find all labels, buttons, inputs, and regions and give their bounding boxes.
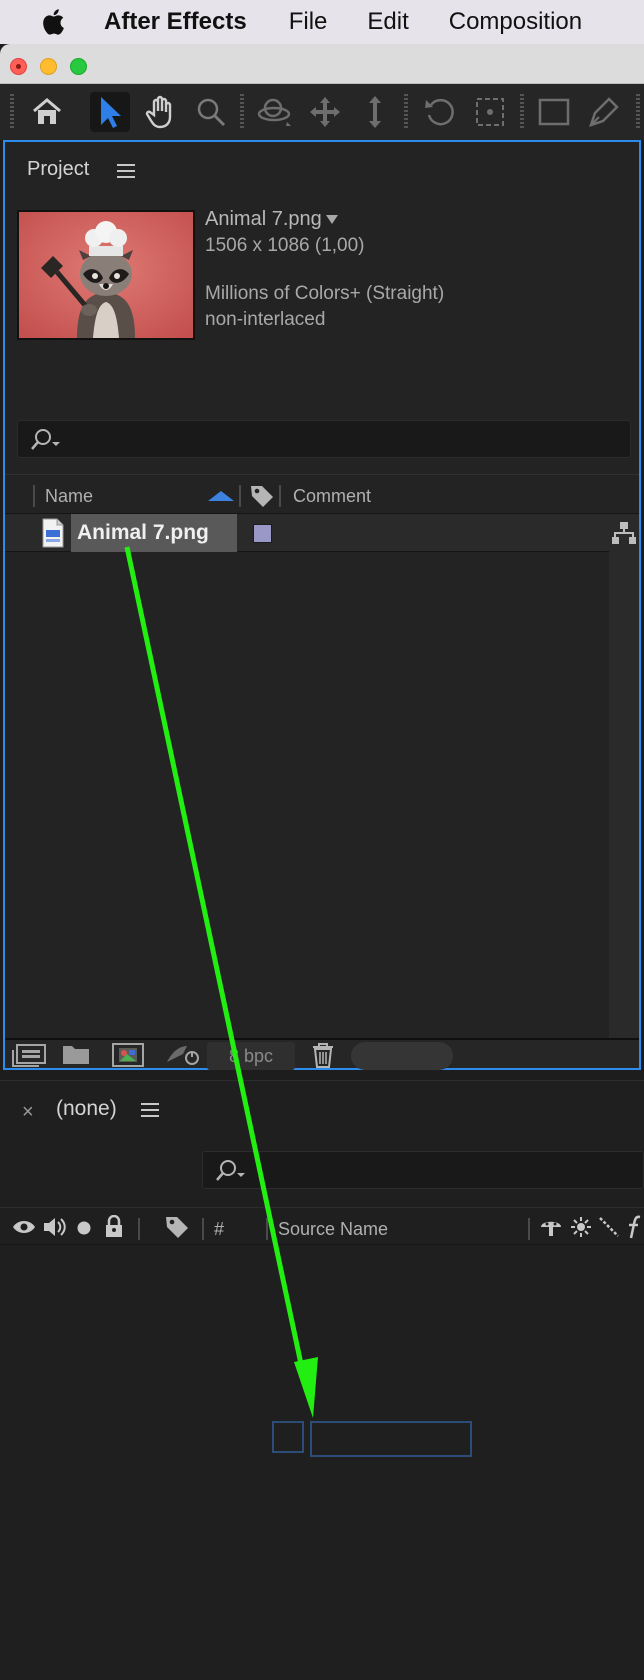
thumbnail-size-slider[interactable] [351,1042,453,1070]
fx-effect-icon[interactable] [626,1214,644,1240]
column-comment-header[interactable]: Comment [293,486,371,507]
minimize-window-button[interactable] [40,58,57,75]
bit-depth-button[interactable]: 8 bpc [207,1042,295,1070]
rotate-tool[interactable] [420,92,460,132]
column-source-name-header[interactable]: Source Name [278,1219,388,1240]
pen-icon [589,97,619,127]
project-search-input[interactable] [17,420,631,458]
anchor-box-icon [476,98,504,126]
footage-info: Animal 7.png 1506 x 1086 (1,00) Millions… [205,206,444,333]
column-divider[interactable] [202,1218,204,1240]
column-divider[interactable] [266,1218,268,1240]
sort-ascending-icon[interactable] [208,491,234,501]
rectangle-icon [538,98,570,126]
tools-toolbar [0,84,644,140]
orbit-camera-tool[interactable] [255,92,295,132]
rectangle-tool[interactable] [534,92,574,132]
anchor-point-tool[interactable] [470,92,510,132]
dolly-camera-tool[interactable] [355,92,395,132]
flowchart-strip [609,514,639,1068]
menu-composition[interactable]: Composition [449,8,582,36]
rotate-icon [425,98,454,126]
new-folder-icon[interactable] [61,1042,91,1066]
menu-file[interactable]: File [289,8,328,36]
toolbar-grip-icon[interactable] [10,94,14,130]
zoom-tool[interactable] [191,92,231,132]
shy-layer-icon[interactable] [538,1216,564,1238]
window-titlebar [0,44,644,84]
trash-icon[interactable] [311,1042,335,1068]
column-name-header[interactable]: Name [45,486,93,507]
label-tag-icon[interactable] [249,483,275,509]
eye-icon[interactable] [12,1218,36,1236]
collapse-sun-icon[interactable] [570,1216,592,1238]
menu-bar: After Effects File Edit Composition [0,0,644,44]
column-divider[interactable] [138,1218,140,1240]
selection-tool[interactable] [90,92,130,132]
pen-tool[interactable] [584,92,624,132]
project-panel-title[interactable]: Project [27,158,89,181]
project-footer-bar: 8 bpc [5,1038,639,1070]
timeline-title[interactable]: (none) [56,1097,117,1121]
audio-speaker-icon[interactable] [42,1216,68,1238]
quality-slash-icon[interactable] [598,1216,620,1238]
search-icon [31,429,60,450]
app-menu[interactable]: After Effects [104,8,247,36]
lock-icon[interactable] [104,1215,124,1239]
orbit-icon [257,98,291,126]
footage-interlace: non-interlaced [205,309,326,330]
panel-menu-icon[interactable] [141,1103,159,1117]
toolbar-grip-icon [520,94,524,130]
toolbar-grip-icon [240,94,244,130]
hand-tool[interactable] [141,92,181,132]
footage-dimensions: 1506 x 1086 (1,00) [205,235,365,256]
timeline-search-input[interactable] [202,1151,644,1189]
project-item-row[interactable]: Animal 7.png [5,514,609,552]
label-color-swatch[interactable] [253,524,272,543]
close-tab-button[interactable]: × [22,1101,34,1124]
panel-menu-icon[interactable] [117,164,135,178]
project-column-header: Name Comment [5,474,639,514]
toolbar-grip-icon [404,94,408,130]
move-arrows-icon [310,97,340,127]
column-number-header[interactable]: # [214,1219,224,1240]
project-panel: Project Animal 7.png 1506 x 1086 (1,00) … [3,140,641,1070]
column-divider[interactable] [528,1218,530,1240]
solo-dot-icon[interactable] [76,1220,92,1236]
toolbar-grip-icon [636,94,640,130]
png-file-icon [42,518,64,548]
new-composition-icon[interactable] [111,1042,145,1068]
flowchart-icon[interactable] [611,520,637,546]
pan-camera-tool[interactable] [305,92,345,132]
apple-icon[interactable] [40,7,70,37]
timeline-panel: × (none) # Source Name [0,1080,644,1680]
layer-column-header: # Source Name [0,1207,644,1245]
label-tag-icon[interactable] [164,1214,190,1240]
zoom-window-button[interactable] [70,58,87,75]
selection-arrow-icon [101,97,121,128]
close-window-button[interactable] [10,58,27,75]
footage-thumbnail [17,210,195,340]
drop-target-icon-box [272,1421,304,1453]
search-icon [216,1160,245,1181]
interpret-footage-icon[interactable] [11,1042,47,1068]
render-queue-icon[interactable] [165,1042,201,1068]
column-divider[interactable] [33,485,35,507]
hand-icon [145,95,172,129]
footage-name: Animal 7.png [205,208,322,230]
project-item-name[interactable]: Animal 7.png [71,514,237,552]
vertical-arrows-icon [369,96,381,128]
column-divider[interactable] [279,485,281,507]
footage-color-info: Millions of Colors+ (Straight) [205,283,445,304]
footage-dropdown-caret-icon[interactable] [325,215,338,225]
home-button[interactable] [27,92,67,132]
raccoon-chef-image [19,212,193,338]
drop-target-name-box [310,1421,472,1457]
home-icon [33,98,61,124]
menu-edit[interactable]: Edit [367,8,408,36]
magnifier-icon [197,98,226,127]
column-divider[interactable] [239,485,241,507]
